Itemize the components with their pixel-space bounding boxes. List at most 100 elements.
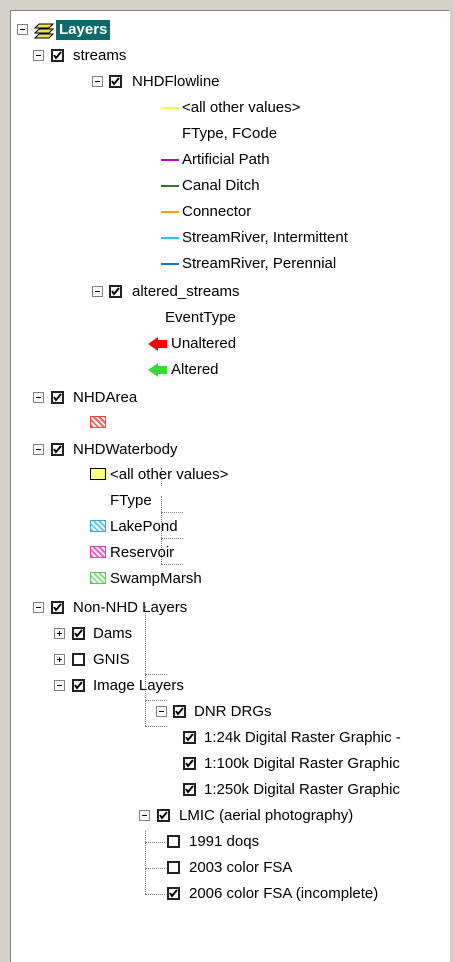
tree-row-non-nhd-layers[interactable]: Non-NHD Layers xyxy=(11,597,311,619)
legend-heading-row: EventType xyxy=(11,307,311,329)
tree-row-streams[interactable]: streams xyxy=(11,45,311,67)
legend-label: Unaltered xyxy=(171,335,237,352)
layer-label[interactable]: DNR DRGs xyxy=(194,701,272,723)
layer-label[interactable]: altered_streams xyxy=(132,281,240,303)
fill-symbol-icon xyxy=(90,572,106,584)
collapse-toggle[interactable] xyxy=(33,50,44,61)
legend-row: <all other values> xyxy=(11,97,411,119)
legend-row: SwampMarsh xyxy=(11,568,311,590)
visibility-checkbox[interactable] xyxy=(51,391,64,404)
visibility-checkbox[interactable] xyxy=(157,809,170,822)
tree-row-image-layers[interactable]: Image Layers xyxy=(11,675,311,697)
legend-heading-row: FType, FCode xyxy=(11,123,411,145)
tree-connector xyxy=(161,538,183,539)
tree-row-lmic[interactable]: LMIC (aerial photography) xyxy=(11,805,411,827)
fill-symbol-icon xyxy=(90,416,106,428)
visibility-checkbox[interactable] xyxy=(72,653,85,666)
legend-label: <all other values> xyxy=(110,466,229,483)
layer-label[interactable]: Non-NHD Layers xyxy=(73,597,187,619)
layer-tree: Layers streams NHDFlowline <all other va… xyxy=(11,11,449,962)
tree-row-drg-24k[interactable]: 1:24k Digital Raster Graphic - xyxy=(11,727,449,749)
tree-row-nhdflowline[interactable]: NHDFlowline xyxy=(11,71,311,93)
root-label[interactable]: Layers xyxy=(56,20,111,40)
layers-stack-icon xyxy=(33,21,55,46)
visibility-checkbox[interactable] xyxy=(167,861,180,874)
tree-row-2003-color-fsa[interactable]: 2003 color FSA xyxy=(11,857,411,879)
visibility-checkbox[interactable] xyxy=(51,601,64,614)
legend-label: Artificial Path xyxy=(182,151,270,168)
legend-row: StreamRiver, Perennial xyxy=(11,253,431,275)
collapse-toggle[interactable] xyxy=(17,24,28,35)
visibility-checkbox[interactable] xyxy=(167,887,180,900)
visibility-checkbox[interactable] xyxy=(167,835,180,848)
tree-row-altered-streams[interactable]: altered_streams xyxy=(11,281,311,303)
tree-connector xyxy=(145,868,165,869)
fill-symbol-icon xyxy=(90,546,106,558)
visibility-checkbox[interactable] xyxy=(51,49,64,62)
tree-row-gnis[interactable]: GNIS xyxy=(11,649,311,671)
tree-connector xyxy=(161,512,183,513)
legend-row: Altered xyxy=(11,359,311,381)
legend-row: StreamRiver, Intermittent xyxy=(11,227,431,249)
legend-heading: EventType xyxy=(165,309,236,326)
tree-row-drg-100k[interactable]: 1:100k Digital Raster Graphic xyxy=(11,753,449,775)
visibility-checkbox[interactable] xyxy=(173,705,186,718)
tree-row-nhdwaterbody[interactable]: NHDWaterbody xyxy=(11,439,311,461)
tree-row-layers[interactable]: Layers xyxy=(11,19,211,41)
collapse-toggle[interactable] xyxy=(92,286,103,297)
tree-row-dams[interactable]: Dams xyxy=(11,623,311,645)
layer-label[interactable]: Dams xyxy=(93,623,132,645)
collapse-toggle[interactable] xyxy=(33,444,44,455)
legend-row: LakePond xyxy=(11,516,311,538)
legend-row: Reservoir xyxy=(11,542,311,564)
legend-row xyxy=(11,412,311,434)
visibility-checkbox[interactable] xyxy=(72,679,85,692)
layer-label[interactable]: 2003 color FSA xyxy=(189,857,292,879)
layer-label[interactable]: 1:250k Digital Raster Graphic xyxy=(204,779,400,801)
layer-label[interactable]: NHDFlowline xyxy=(132,71,220,93)
legend-label: Canal Ditch xyxy=(182,177,260,194)
collapse-toggle[interactable] xyxy=(54,680,65,691)
layer-label[interactable]: NHDArea xyxy=(73,387,137,409)
collapse-toggle[interactable] xyxy=(92,76,103,87)
line-symbol-icon xyxy=(161,237,179,239)
layer-label[interactable]: GNIS xyxy=(93,649,130,671)
tree-row-2006-color-fsa[interactable]: 2006 color FSA (incomplete) xyxy=(11,883,431,905)
legend-heading: FType xyxy=(110,492,152,509)
tree-connector xyxy=(145,842,165,843)
tree-row-dnr-drgs[interactable]: DNR DRGs xyxy=(11,701,311,723)
visibility-checkbox[interactable] xyxy=(183,731,196,744)
expand-toggle[interactable] xyxy=(54,628,65,639)
layer-label[interactable]: NHDWaterbody xyxy=(73,439,177,461)
tree-connector xyxy=(145,831,146,894)
collapse-toggle[interactable] xyxy=(139,810,150,821)
legend-label: Altered xyxy=(171,361,219,378)
legend-row: Artificial Path xyxy=(11,149,411,171)
collapse-toggle[interactable] xyxy=(156,706,167,717)
visibility-checkbox[interactable] xyxy=(183,757,196,770)
line-symbol-icon xyxy=(161,185,179,187)
visibility-checkbox[interactable] xyxy=(109,75,122,88)
tree-row-drg-250k[interactable]: 1:250k Digital Raster Graphic xyxy=(11,779,449,801)
layer-label[interactable]: streams xyxy=(73,45,126,67)
layer-label[interactable]: 1:100k Digital Raster Graphic xyxy=(204,753,400,775)
visibility-checkbox[interactable] xyxy=(183,783,196,796)
fill-symbol-icon xyxy=(90,520,106,532)
visibility-checkbox[interactable] xyxy=(72,627,85,640)
layer-label[interactable]: 1:24k Digital Raster Graphic - xyxy=(204,727,401,749)
visibility-checkbox[interactable] xyxy=(109,285,122,298)
layer-label[interactable]: LMIC (aerial photography) xyxy=(179,805,353,827)
tree-row-nhdarea[interactable]: NHDArea xyxy=(11,387,311,409)
visibility-checkbox[interactable] xyxy=(51,443,64,456)
tree-connector xyxy=(145,894,165,895)
expand-toggle[interactable] xyxy=(54,654,65,665)
legend-label: StreamRiver, Perennial xyxy=(182,255,337,272)
legend-heading: FType, FCode xyxy=(182,125,278,142)
tree-row-1991-doqs[interactable]: 1991 doqs xyxy=(11,831,411,853)
tree-connector xyxy=(161,564,183,565)
layer-label[interactable]: 2006 color FSA (incomplete) xyxy=(189,883,378,905)
layer-label[interactable]: 1991 doqs xyxy=(189,831,259,853)
collapse-toggle[interactable] xyxy=(33,392,44,403)
layer-label[interactable]: Image Layers xyxy=(93,675,184,697)
collapse-toggle[interactable] xyxy=(33,602,44,613)
